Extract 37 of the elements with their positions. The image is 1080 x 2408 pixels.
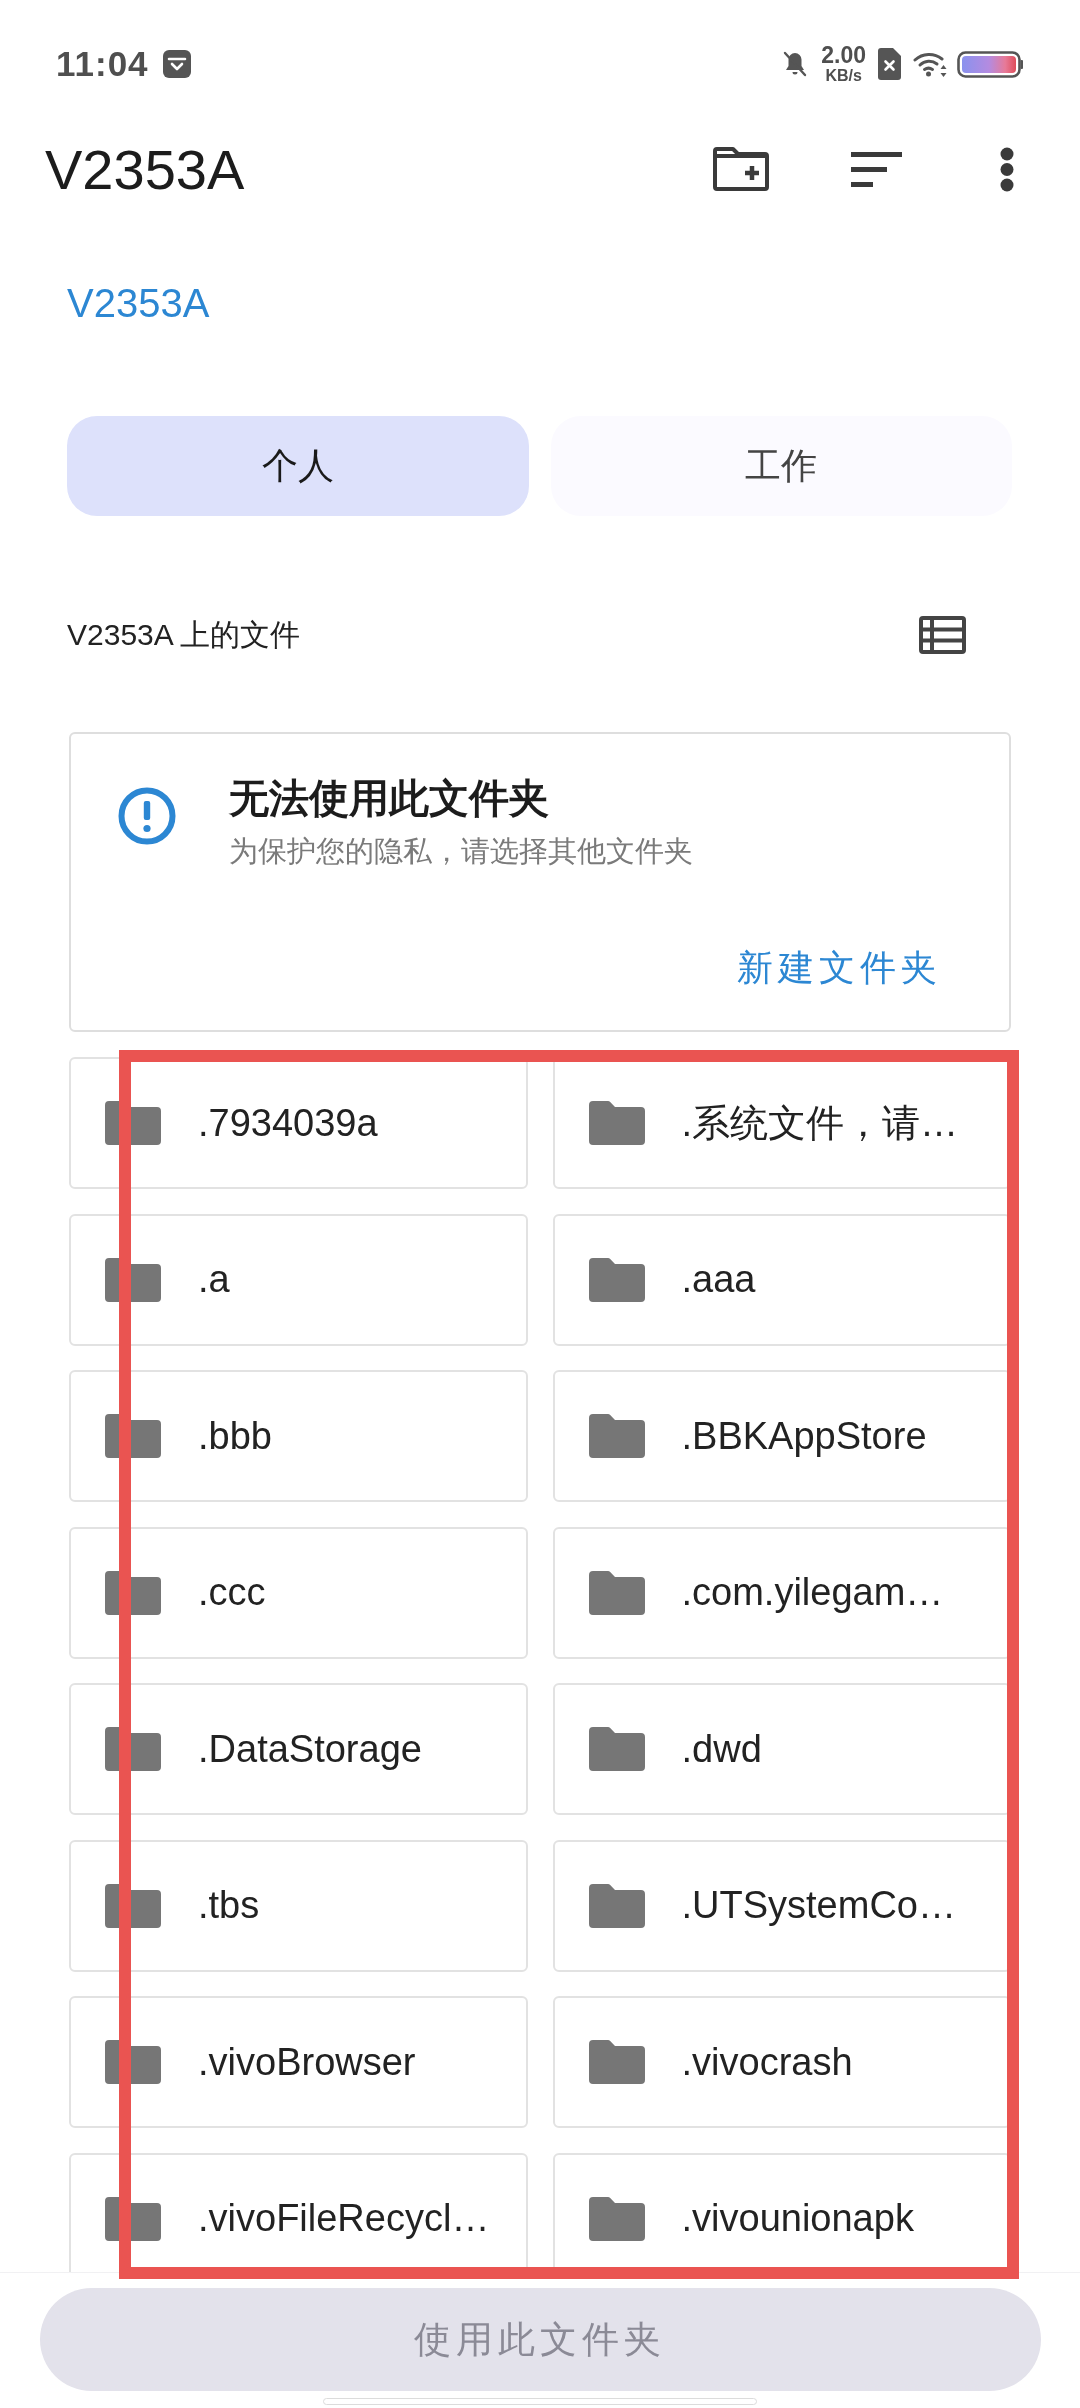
section-title: V2353A 上的文件	[67, 616, 302, 653]
folder-icon	[588, 1101, 645, 1145]
sim-card-icon	[878, 48, 901, 80]
muted-bell-icon	[783, 51, 808, 77]
wifi-icon	[913, 51, 947, 77]
folder-item[interactable]: .vivoBrowser	[69, 1996, 528, 2128]
status-time: 11:04	[56, 44, 149, 84]
net-speed-unit: KB/s	[825, 66, 862, 85]
folder-icon	[588, 1727, 645, 1771]
new-folder-icon[interactable]	[713, 147, 769, 191]
profile-tab[interactable]: 工作	[550, 416, 1012, 516]
folder-item[interactable]: .tbs	[69, 1839, 528, 1972]
tray-icon	[162, 50, 191, 78]
folder-item[interactable]: .7934039a	[69, 1057, 528, 1189]
folder-item[interactable]: .bbb	[69, 1370, 528, 1502]
folder-icon	[588, 1257, 645, 1302]
battery-icon	[957, 50, 1023, 78]
folder-icon	[588, 1414, 645, 1458]
folder-item[interactable]: .a	[69, 1213, 528, 1346]
folder-item[interactable]: .vivoFileRecycl…	[69, 2152, 528, 2272]
notice-message: 为保护您的隐私，请选择其他文件夹	[229, 834, 693, 869]
folder-icon	[588, 2196, 645, 2241]
more-icon[interactable]	[1000, 146, 1014, 192]
folder-icon	[588, 1570, 645, 1615]
folder-icon	[588, 2040, 645, 2084]
new-folder-link[interactable]: 新建文件夹	[737, 943, 942, 993]
folder-item[interactable]: .DataStorage	[69, 1683, 528, 1815]
folder-item[interactable]: .ccc	[69, 1526, 528, 1659]
app-title: V2353A	[45, 136, 246, 202]
list-view-icon[interactable]	[919, 616, 966, 654]
alert-icon	[118, 787, 176, 845]
profile-tab[interactable]: 个人	[67, 416, 529, 516]
breadcrumb-link[interactable]: V2353A	[67, 280, 210, 326]
sort-icon[interactable]	[851, 151, 902, 187]
notice-title: 无法使用此文件夹	[229, 775, 550, 822]
net-speed-value: 2.00	[821, 43, 866, 67]
folder-icon	[588, 1883, 645, 1928]
